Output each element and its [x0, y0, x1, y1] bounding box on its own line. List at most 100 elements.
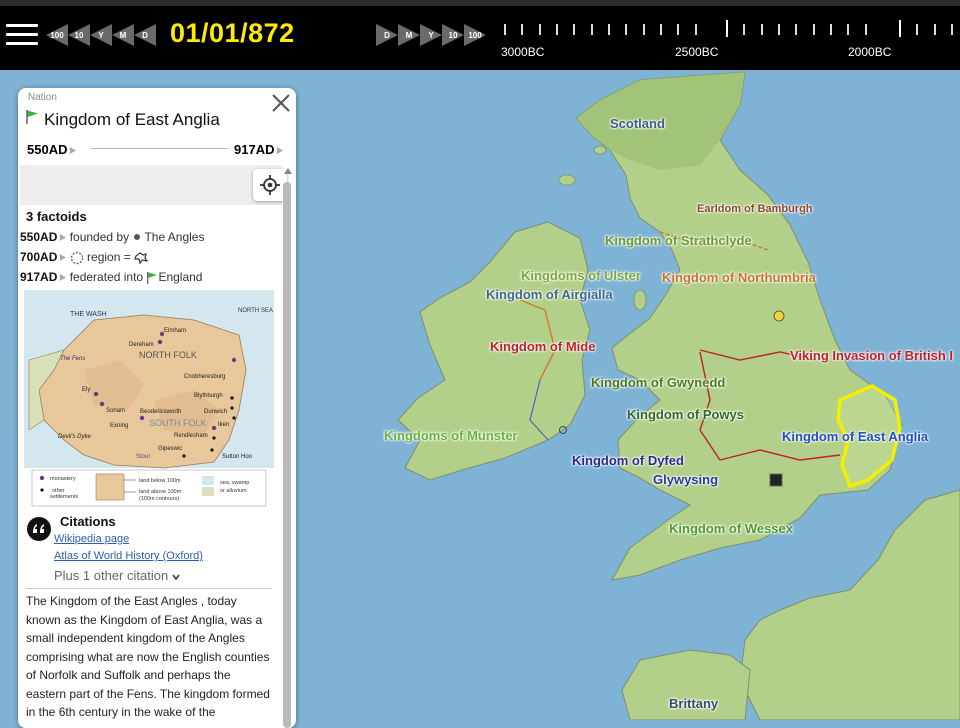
factoid-row: 700AD region =	[20, 250, 149, 265]
factoid-date[interactable]: 550AD	[20, 230, 57, 244]
factoids-heading: 3 factoids	[26, 209, 87, 224]
timeline-tick	[660, 24, 662, 35]
map-text-soham: Soham	[106, 408, 125, 414]
factoid-text: federated into	[69, 270, 144, 284]
map-label-northumbria[interactable]: Kingdom of Northumbria	[662, 270, 816, 285]
timeline-label: 2500BC	[675, 45, 719, 59]
timeline-scrubber[interactable]: 3000BC 2500BC 2000BC	[495, 18, 960, 60]
timeline-label: 3000BC	[501, 45, 545, 59]
legend-land-below: land below 100m	[139, 478, 181, 484]
step-back-100-button[interactable]: 100	[46, 24, 68, 46]
map-label-gwynedd[interactable]: Kingdom of Gwynedd	[591, 375, 725, 390]
lifespan-end[interactable]: 917AD	[234, 142, 284, 157]
timeline-tick-major	[726, 20, 728, 37]
map-text-dunwich: Dunwich	[204, 409, 227, 415]
map-label-strathclyde[interactable]: Kingdom of Strathclyde	[605, 233, 752, 248]
east-anglia-map-image[interactable]: THE WASH NORTH SEA The Fens NORTH FOLK S…	[24, 290, 274, 510]
timeline-tick	[573, 24, 575, 35]
play-arrow-icon	[277, 147, 284, 155]
step-forward-10-button[interactable]: 10	[442, 24, 464, 46]
quote-icon	[27, 517, 51, 541]
scroll-up-arrow-icon[interactable]	[284, 168, 292, 174]
factoid-row: 917AD federated into England	[20, 270, 202, 285]
section-divider	[26, 588, 272, 589]
map-text-elmham: Elmham	[164, 328, 186, 334]
map-text-ely: Ely	[82, 387, 90, 393]
map-text-stour: Stour	[136, 454, 150, 460]
factoid-date[interactable]: 917AD	[20, 270, 57, 284]
map-label-ulster[interactable]: Kingdoms of Ulster	[521, 268, 641, 283]
lifespan-bar: 550AD 917AD	[20, 135, 292, 163]
legend-settlements: settlements	[50, 494, 78, 500]
factoid-target[interactable]: England	[158, 270, 202, 284]
timeline-tick	[643, 24, 645, 35]
map-label-munster[interactable]: Kingdoms of Munster	[384, 428, 518, 443]
factoid-row: 550AD founded by The Angles	[20, 230, 204, 244]
factoid-date[interactable]: 700AD	[20, 250, 57, 264]
hamburger-menu-icon[interactable]	[6, 24, 38, 48]
timeline-tick	[539, 24, 541, 35]
map-label-viking-invasion[interactable]: Viking Invasion of British I	[790, 348, 953, 363]
green-flag-icon	[26, 110, 38, 124]
factoid-text: region =	[87, 250, 131, 264]
timeline-tick-major	[899, 20, 901, 37]
map-label-airgialla[interactable]: Kingdom of Airgialla	[486, 287, 613, 302]
timeline-tick	[951, 24, 953, 35]
map-label-powys[interactable]: Kingdom of Powys	[627, 407, 744, 422]
map-text-north-folk: NORTH FOLK	[139, 350, 197, 360]
lifespan-start[interactable]: 550AD	[27, 142, 77, 157]
step-forward-year-button[interactable]: Y	[420, 24, 442, 46]
map-text-south-folk: SOUTH FOLK	[149, 418, 207, 428]
step-back-group: 100 10 Y M D	[46, 24, 156, 46]
step-forward-100-button[interactable]: 100	[464, 24, 486, 46]
map-text-the-fens: The Fens	[60, 356, 85, 362]
timeline-tick	[795, 24, 797, 35]
step-back-10-button[interactable]: 10	[68, 24, 90, 46]
map-label-east-anglia[interactable]: Kingdom of East Anglia	[782, 429, 928, 444]
map-label-scotland[interactable]: Scotland	[610, 116, 665, 131]
map-label-bamburgh[interactable]: Earldom of Bamburgh	[697, 203, 813, 215]
timeline-tick	[504, 24, 506, 35]
step-forward-day-button[interactable]: D	[376, 24, 398, 46]
play-arrow-icon	[70, 147, 77, 155]
green-flag-icon	[147, 271, 158, 284]
map-text-rendlesham: Rendlesham	[174, 433, 208, 439]
legend-land-above: land above 100m	[139, 489, 182, 495]
crosshair-icon	[260, 175, 280, 195]
citation-link-wikipedia[interactable]: Wikipedia page	[54, 533, 129, 545]
timeline-tick	[608, 24, 610, 35]
panel-gray-band	[20, 165, 282, 205]
map-text-beodericsworth: Beodericsworth	[140, 409, 181, 415]
nation-info-panel: Nation Kingdom of East Anglia 550AD 917A…	[18, 88, 296, 728]
map-label-glywysing[interactable]: Glywysing	[653, 472, 718, 487]
panel-scrollbar[interactable]	[282, 168, 292, 728]
timeline-tick	[556, 24, 558, 35]
play-arrow-icon	[60, 234, 67, 242]
close-icon[interactable]	[270, 92, 292, 114]
map-label-brittany[interactable]: Brittany	[669, 696, 718, 711]
nation-description: The Kingdom of the East Angles , today k…	[26, 594, 270, 719]
scroll-thumb[interactable]	[283, 182, 291, 728]
step-back-day-button[interactable]: D	[134, 24, 156, 46]
map-text-devils-dyke: Devil's Dyke	[58, 434, 91, 440]
factoid-target[interactable]: The Angles	[144, 230, 204, 244]
legend-monastery: monastery	[50, 476, 76, 482]
citations-heading: Citations	[60, 514, 116, 529]
map-label-mide[interactable]: Kingdom of Mide	[490, 339, 595, 354]
citation-link-oxford-atlas[interactable]: Atlas of World History (Oxford)	[54, 550, 203, 562]
timeline-tick	[847, 24, 849, 35]
step-back-month-button[interactable]: M	[112, 24, 134, 46]
map-label-dyfed[interactable]: Kingdom of Dyfed	[572, 453, 684, 468]
region-shape-icon[interactable]	[134, 251, 149, 265]
timeline-tick	[778, 24, 780, 35]
more-citations-toggle[interactable]: Plus 1 other citation	[54, 568, 180, 583]
timeline-tick	[521, 24, 523, 35]
step-back-year-button[interactable]: Y	[90, 24, 112, 46]
timeline-tick	[934, 24, 936, 35]
entity-type-label: Nation	[28, 92, 57, 103]
step-forward-month-button[interactable]: M	[398, 24, 420, 46]
map-label-wessex[interactable]: Kingdom of Wessex	[669, 521, 793, 536]
timeline-tick	[916, 24, 918, 35]
current-date-display[interactable]: 01/01/872	[170, 18, 295, 49]
legend-contours: (100m contours)	[139, 496, 179, 502]
